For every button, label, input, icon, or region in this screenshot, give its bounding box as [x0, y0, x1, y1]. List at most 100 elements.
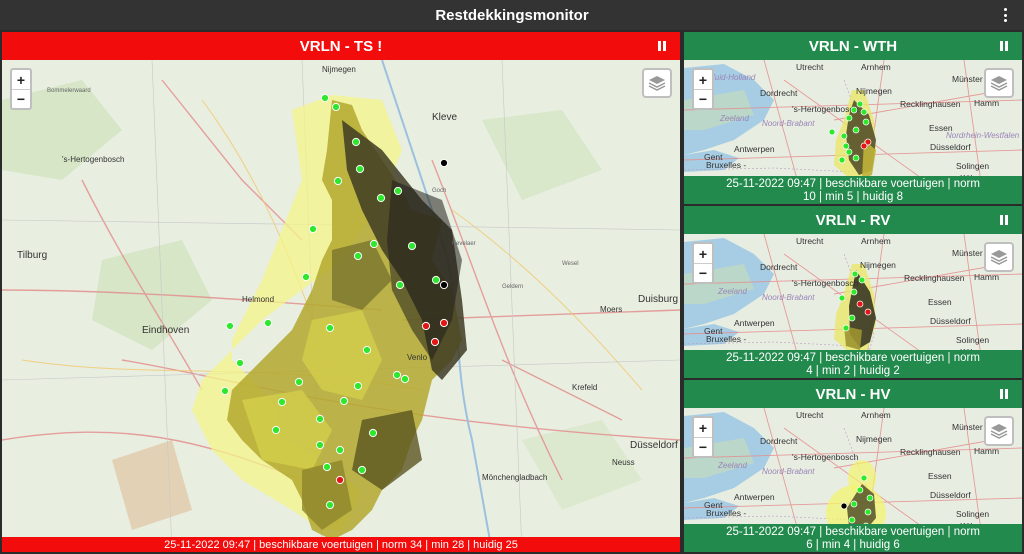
vehicle-marker[interactable]	[864, 308, 872, 316]
vehicle-marker[interactable]	[852, 154, 860, 162]
vehicle-marker[interactable]	[325, 323, 335, 333]
vehicle-marker[interactable]	[850, 288, 858, 296]
vehicle-marker[interactable]	[369, 239, 379, 249]
vehicle-marker[interactable]	[395, 280, 405, 290]
vehicle-marker[interactable]	[856, 300, 864, 308]
vehicle-marker[interactable]	[335, 475, 345, 485]
vehicle-marker[interactable]	[431, 275, 441, 285]
vehicle-marker[interactable]	[838, 294, 846, 302]
pause-icon[interactable]	[1000, 215, 1008, 225]
vehicle-marker[interactable]	[353, 381, 363, 391]
vehicle-marker[interactable]	[320, 93, 330, 103]
vehicle-marker[interactable]	[368, 428, 378, 438]
vehicle-marker[interactable]	[850, 106, 858, 114]
vehicle-marker[interactable]	[294, 377, 304, 387]
vehicle-marker[interactable]	[315, 440, 325, 450]
vehicle-marker[interactable]	[848, 516, 856, 524]
map-label: Nijmegen	[856, 86, 892, 96]
vehicle-marker[interactable]	[838, 156, 846, 164]
vehicle-marker[interactable]	[439, 158, 449, 168]
vehicle-marker[interactable]	[322, 462, 332, 472]
vehicle-marker[interactable]	[842, 142, 850, 150]
zoom-in-button[interactable]: +	[694, 418, 712, 437]
map[interactable]: Kleve Bommelerwaard 's-Hertogenbosch Til…	[2, 60, 680, 552]
zoom-in-button[interactable]: +	[12, 70, 30, 89]
vehicle-marker[interactable]	[335, 445, 345, 455]
vehicle-marker[interactable]	[225, 321, 235, 331]
vehicle-marker[interactable]	[860, 142, 868, 150]
vehicle-marker[interactable]	[325, 500, 335, 510]
pause-icon[interactable]	[1000, 389, 1008, 399]
map-label: Zeeland	[719, 114, 749, 123]
more-menu-icon[interactable]	[1004, 8, 1008, 22]
app-header: Restdekkingsmonitor	[0, 0, 1024, 30]
vehicle-marker[interactable]	[351, 137, 361, 147]
vehicle-marker[interactable]	[860, 474, 868, 482]
vehicle-marker[interactable]	[850, 500, 858, 508]
status-bar: 25-11-2022 09:47 | beschikbare voertuige…	[684, 524, 1022, 552]
vehicle-marker[interactable]	[308, 224, 318, 234]
vehicle-marker[interactable]	[856, 100, 864, 108]
vehicle-marker[interactable]	[263, 318, 273, 328]
vehicle-marker[interactable]	[235, 358, 245, 368]
vehicle-marker[interactable]	[220, 386, 230, 396]
vehicle-marker[interactable]	[862, 118, 870, 126]
map-label: Essen	[928, 297, 952, 307]
pause-icon[interactable]	[658, 41, 666, 51]
vehicle-marker[interactable]	[840, 132, 848, 140]
vehicle-marker[interactable]	[353, 251, 363, 261]
vehicle-marker[interactable]	[331, 102, 341, 112]
panel-header: VRLN - HV	[684, 380, 1022, 408]
vehicle-marker[interactable]	[864, 508, 872, 516]
vehicle-marker[interactable]	[400, 374, 410, 384]
vehicle-marker[interactable]	[430, 337, 440, 347]
vehicle-marker[interactable]	[845, 148, 853, 156]
zoom-out-button[interactable]: −	[694, 263, 712, 282]
vehicle-marker[interactable]	[840, 502, 848, 510]
vehicle-marker[interactable]	[842, 324, 850, 332]
vehicle-marker[interactable]	[392, 370, 402, 380]
vehicle-marker[interactable]	[407, 241, 417, 251]
vehicle-marker[interactable]	[339, 396, 349, 406]
layers-icon[interactable]	[984, 242, 1014, 272]
map-label: 's-Hertogenbosch	[792, 104, 859, 114]
layers-icon[interactable]	[984, 68, 1014, 98]
vehicle-marker[interactable]	[355, 164, 365, 174]
vehicle-marker[interactable]	[845, 114, 853, 122]
map-label: 's-Hertogenbosch	[792, 278, 859, 288]
vehicle-marker[interactable]	[357, 465, 367, 475]
vehicle-marker[interactable]	[333, 176, 343, 186]
vehicle-marker[interactable]	[860, 108, 868, 116]
vehicle-marker[interactable]	[858, 276, 866, 284]
map-label: Arnhem	[861, 62, 891, 72]
vehicle-marker[interactable]	[421, 321, 431, 331]
zoom-in-button[interactable]: +	[694, 244, 712, 263]
map-canvas[interactable]: Kleve Bommelerwaard 's-Hertogenbosch Til…	[2, 60, 680, 552]
vehicle-marker[interactable]	[848, 314, 856, 322]
pause-icon[interactable]	[1000, 41, 1008, 51]
zoom-in-button[interactable]: +	[694, 70, 712, 89]
vehicle-marker[interactable]	[866, 494, 874, 502]
vehicle-marker[interactable]	[301, 272, 311, 282]
vehicle-marker[interactable]	[828, 128, 836, 136]
vehicle-marker[interactable]	[393, 186, 403, 196]
vehicle-marker[interactable]	[439, 280, 449, 290]
map-label: Bruxelles -	[706, 160, 746, 170]
vehicle-marker[interactable]	[852, 126, 860, 134]
map-label: Hamm	[974, 272, 999, 282]
map-label: Dordrecht	[760, 88, 798, 98]
map-label: Düsseldorf	[630, 440, 678, 451]
vehicle-marker[interactable]	[439, 318, 449, 328]
vehicle-marker[interactable]	[362, 345, 372, 355]
vehicle-marker[interactable]	[851, 270, 859, 278]
layers-icon[interactable]	[642, 68, 672, 98]
vehicle-marker[interactable]	[277, 397, 287, 407]
vehicle-marker[interactable]	[315, 414, 325, 424]
vehicle-marker[interactable]	[856, 486, 864, 494]
zoom-out-button[interactable]: −	[12, 89, 30, 108]
zoom-out-button[interactable]: −	[694, 89, 712, 108]
layers-icon[interactable]	[984, 416, 1014, 446]
zoom-out-button[interactable]: −	[694, 437, 712, 456]
vehicle-marker[interactable]	[271, 425, 281, 435]
vehicle-marker[interactable]	[376, 193, 386, 203]
